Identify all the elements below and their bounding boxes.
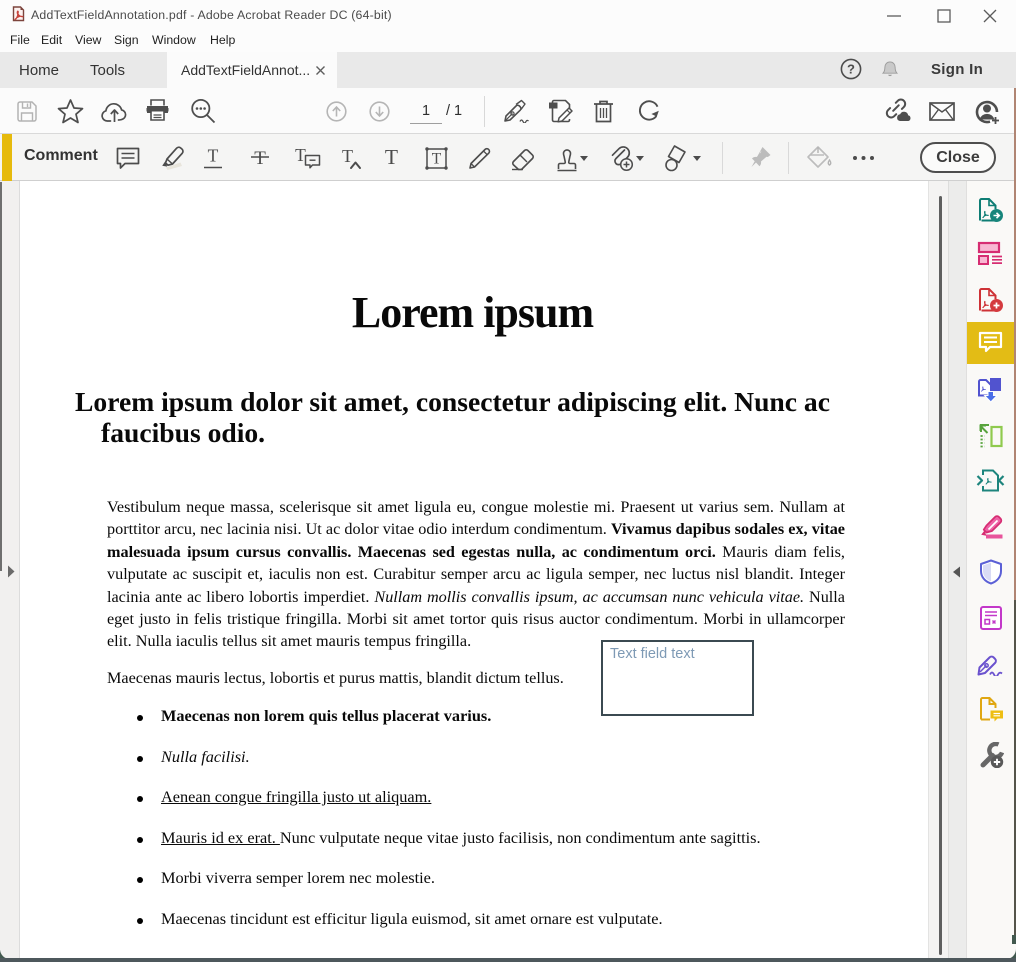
svg-text:T: T bbox=[295, 145, 306, 165]
svg-text:T: T bbox=[385, 145, 398, 169]
svg-text:T: T bbox=[208, 146, 219, 166]
svg-text:T: T bbox=[432, 151, 442, 168]
svg-text:T: T bbox=[254, 148, 266, 169]
svg-text:?: ? bbox=[847, 62, 855, 77]
svg-text:T: T bbox=[342, 146, 353, 166]
